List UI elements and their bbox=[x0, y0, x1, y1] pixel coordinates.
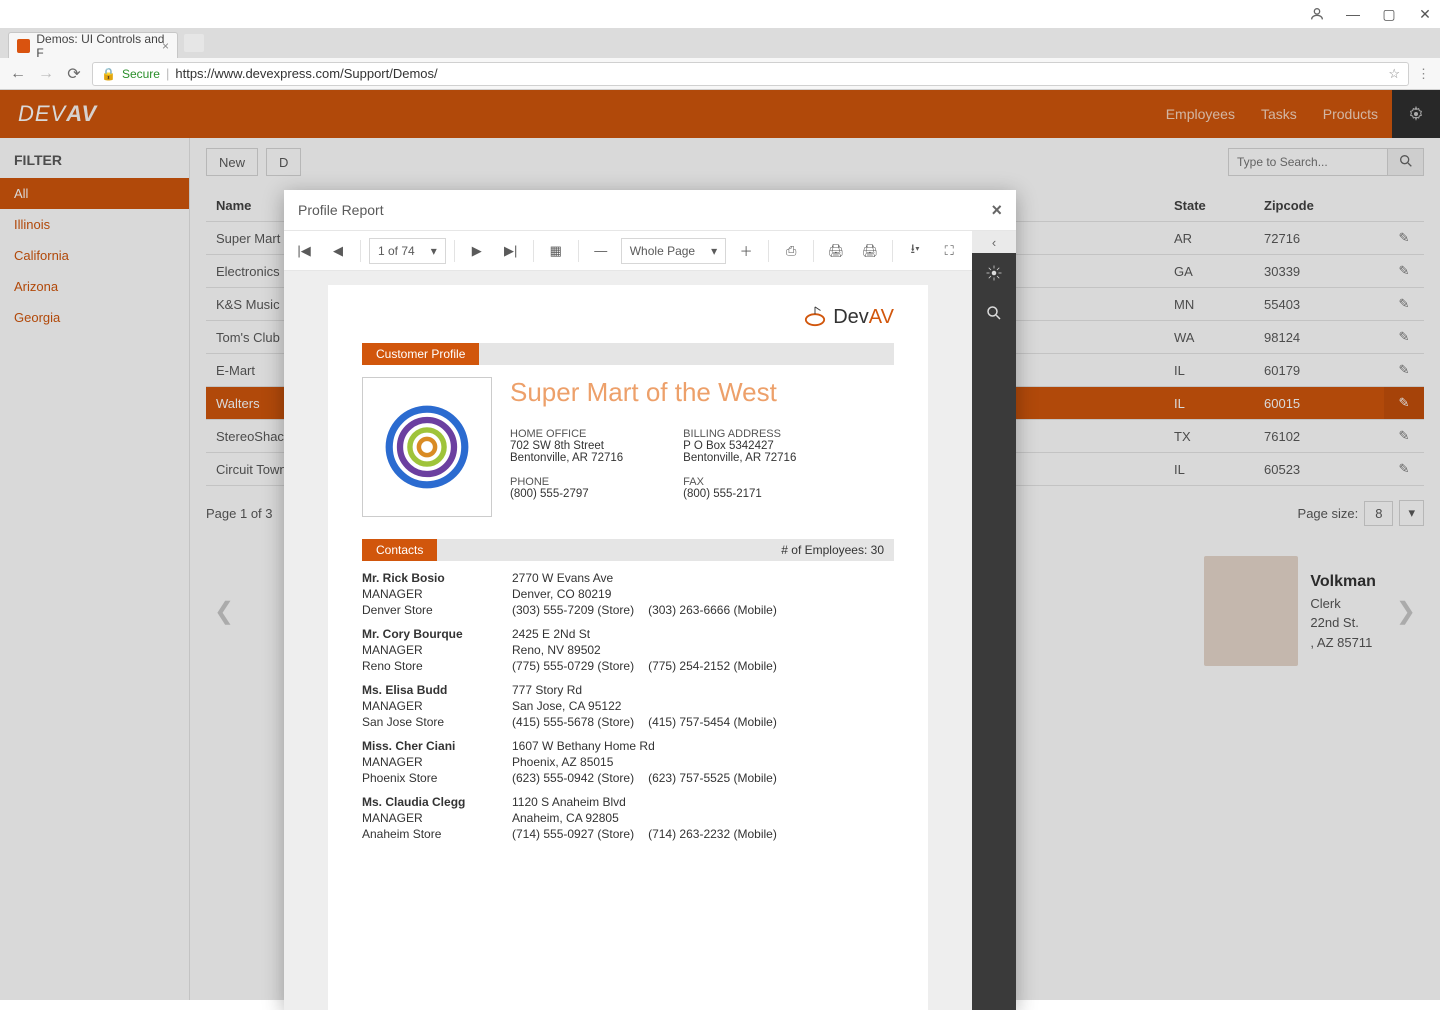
window-close-icon[interactable]: ✕ bbox=[1416, 5, 1434, 23]
new-tab-button[interactable] bbox=[184, 34, 204, 52]
secure-label: Secure bbox=[122, 67, 160, 81]
maximize-icon[interactable]: ▢ bbox=[1380, 5, 1398, 23]
fullscreen-icon[interactable]: ⛶ bbox=[935, 237, 963, 265]
multipage-icon[interactable]: ▦ bbox=[542, 237, 570, 265]
forward-icon[interactable]: → bbox=[36, 65, 56, 83]
report-toolbar: |◀ ◀ 1 of 74▾ ▶ ▶| ▦ — Whole Page▾ ＋ ⎙ bbox=[284, 231, 972, 271]
employee-count: # of Employees: 30 bbox=[771, 539, 894, 561]
export-icon[interactable]: ⭳▾ bbox=[901, 237, 929, 265]
next-page-icon[interactable]: ▶ bbox=[463, 237, 491, 265]
zoom-select[interactable]: Whole Page▾ bbox=[621, 238, 726, 264]
side-search-icon[interactable] bbox=[972, 293, 1016, 333]
modal-close-button[interactable]: × bbox=[991, 200, 1002, 221]
prev-page-icon[interactable]: ◀ bbox=[324, 237, 352, 265]
lock-icon: 🔒 bbox=[101, 67, 116, 81]
profile-report-modal: Profile Report × |◀ ◀ 1 of 74▾ ▶ ▶| ▦ — … bbox=[284, 190, 1016, 1010]
browser-tab[interactable]: Demos: UI Controls and F × bbox=[8, 32, 178, 58]
print-page-icon[interactable]: 🖨 bbox=[856, 237, 884, 265]
url-text: https://www.devexpress.com/Support/Demos… bbox=[175, 66, 437, 81]
tab-close-icon[interactable]: × bbox=[162, 39, 169, 53]
section-contacts: Contacts bbox=[362, 539, 437, 561]
modal-side-toolbar: ‹ bbox=[972, 231, 1016, 1010]
side-gear-icon[interactable] bbox=[972, 253, 1016, 293]
contact-entry: Ms. Claudia Clegg1120 S Anaheim BlvdMANA… bbox=[362, 795, 894, 841]
window-titlebar: — ▢ ✕ bbox=[0, 0, 1440, 28]
reload-icon[interactable]: ⟳ bbox=[64, 64, 84, 84]
report-viewport[interactable]: DevAV Customer Profile bbox=[284, 271, 972, 1010]
modal-title: Profile Report bbox=[298, 202, 384, 218]
contact-entry: Ms. Elisa Budd777 Story RdMANAGERSan Jos… bbox=[362, 683, 894, 729]
first-page-icon[interactable]: |◀ bbox=[290, 237, 318, 265]
section-customer-profile: Customer Profile bbox=[362, 343, 479, 365]
print-icon[interactable]: 🖨 bbox=[822, 237, 850, 265]
customer-name: Super Mart of the West bbox=[510, 377, 894, 408]
menu-icon[interactable]: ⋮ bbox=[1417, 66, 1432, 82]
address-bar[interactable]: 🔒 Secure | https://www.devexpress.com/Su… bbox=[92, 62, 1409, 86]
zoom-in-icon[interactable]: ＋ bbox=[732, 237, 760, 265]
side-collapse-icon[interactable]: ‹ bbox=[972, 231, 1016, 253]
tab-title: Demos: UI Controls and F bbox=[36, 32, 169, 60]
report-brand: DevAV bbox=[362, 305, 894, 329]
browser-tabstrip: Demos: UI Controls and F × bbox=[0, 28, 1440, 58]
last-page-icon[interactable]: ▶| bbox=[497, 237, 525, 265]
contact-entry: Mr. Cory Bourque2425 E 2Nd StMANAGERReno… bbox=[362, 627, 894, 673]
app-shell: DEVAV Employees Tasks Products FILTER Al… bbox=[0, 90, 1440, 1000]
zoom-out-icon[interactable]: — bbox=[587, 237, 615, 265]
contact-entry: Miss. Cher Ciani1607 W Bethany Home RdMA… bbox=[362, 739, 894, 785]
account-icon[interactable] bbox=[1308, 5, 1326, 23]
print-select-icon[interactable]: ⎙ bbox=[777, 237, 805, 265]
bookmark-icon[interactable]: ☆ bbox=[1388, 66, 1400, 82]
favicon-icon bbox=[17, 39, 30, 53]
page-indicator[interactable]: 1 of 74▾ bbox=[369, 238, 446, 264]
back-icon[interactable]: ← bbox=[8, 65, 28, 83]
minimize-icon[interactable]: — bbox=[1344, 5, 1362, 23]
contact-entry: Mr. Rick Bosio2770 W Evans AveMANAGERDen… bbox=[362, 571, 894, 617]
customer-logo bbox=[362, 377, 492, 517]
report-page: DevAV Customer Profile bbox=[328, 285, 928, 1010]
browser-toolbar: ← → ⟳ 🔒 Secure | https://www.devexpress.… bbox=[0, 58, 1440, 90]
